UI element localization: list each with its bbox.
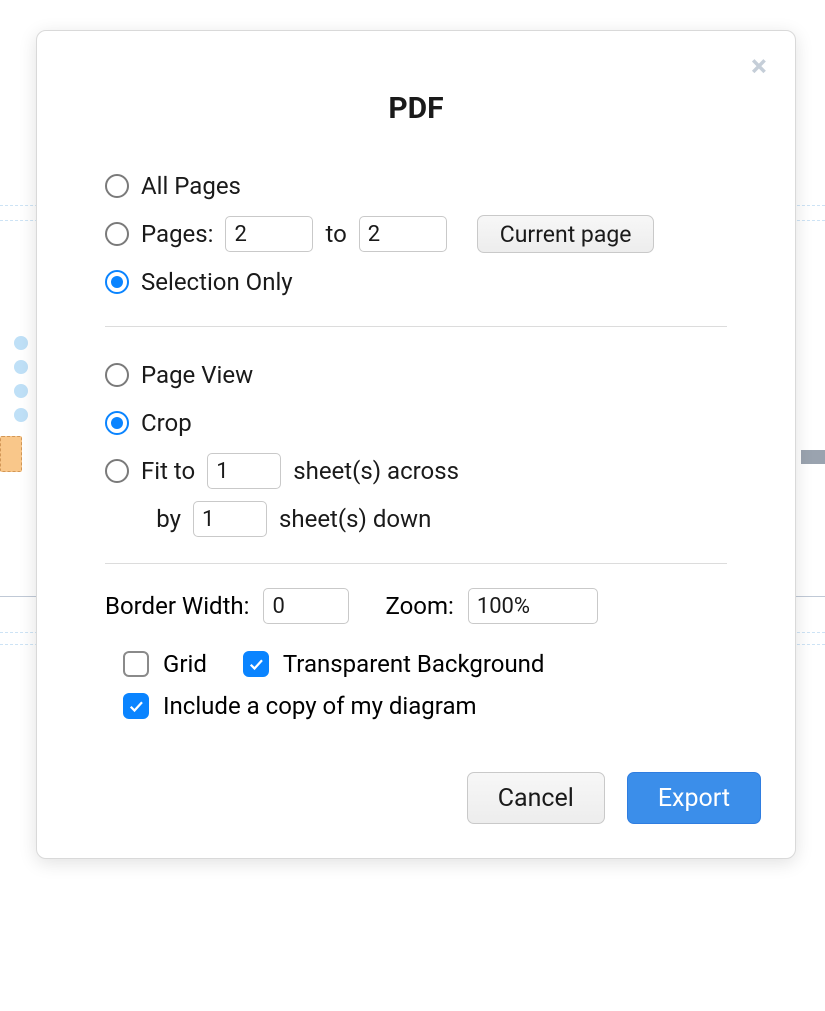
include-copy-label: Include a copy of my diagram [163, 692, 477, 720]
fit-row: Fit to sheet(s) across [105, 447, 727, 495]
page-view-radio[interactable] [105, 363, 129, 387]
dialog-title: PDF [71, 91, 761, 126]
zoom-input[interactable] [468, 588, 598, 624]
divider [105, 563, 727, 564]
fit-by-row: by sheet(s) down [105, 495, 727, 543]
grid-label: Grid [163, 650, 207, 678]
close-icon: × [751, 52, 767, 82]
fit-down-input[interactable] [193, 501, 267, 537]
zoom-label: Zoom: [385, 592, 453, 620]
selection-only-radio[interactable] [105, 270, 129, 294]
border-zoom-row: Border Width: Zoom: [105, 588, 727, 624]
pages-to-label: to [325, 220, 346, 248]
grid-transparent-row: Grid Transparent Background [105, 650, 727, 678]
fit-down-suffix: sheet(s) down [279, 505, 431, 533]
fit-by-label: by [153, 505, 181, 533]
transparent-label: Transparent Background [283, 650, 545, 678]
crop-row: Crop [105, 399, 727, 447]
export-pdf-dialog: × PDF All Pages Pages: to Current page S… [36, 30, 796, 859]
transparent-checkbox[interactable] [243, 651, 269, 677]
current-page-button[interactable]: Current page [477, 215, 655, 253]
selection-only-label: Selection Only [141, 268, 293, 296]
divider [105, 326, 727, 327]
check-icon [247, 655, 265, 673]
include-copy-checkbox[interactable] [123, 693, 149, 719]
pages-to-input[interactable] [359, 216, 447, 252]
border-width-label: Border Width: [105, 592, 249, 620]
crop-radio[interactable] [105, 411, 129, 435]
pages-range-radio[interactable] [105, 222, 129, 246]
pages-range-row: Pages: to Current page [105, 210, 727, 258]
export-button[interactable]: Export [627, 772, 761, 824]
scope-section: All Pages Pages: to Current page Selecti… [71, 162, 761, 720]
grid-checkbox[interactable] [123, 651, 149, 677]
include-copy-row: Include a copy of my diagram [105, 692, 727, 720]
fit-prefix-label: Fit to [141, 457, 195, 485]
selection-only-row: Selection Only [105, 258, 727, 306]
pages-from-input[interactable] [225, 216, 313, 252]
fit-across-suffix: sheet(s) across [293, 457, 459, 485]
dialog-footer: Cancel Export [71, 772, 761, 824]
all-pages-row: All Pages [105, 162, 727, 210]
fit-radio[interactable] [105, 459, 129, 483]
close-button[interactable]: × [743, 51, 775, 83]
fit-across-input[interactable] [207, 453, 281, 489]
border-width-input[interactable] [263, 588, 349, 624]
page-view-row: Page View [105, 351, 727, 399]
page-view-label: Page View [141, 361, 253, 389]
pages-label: Pages: [141, 220, 213, 248]
crop-label: Crop [141, 409, 192, 437]
check-icon [127, 697, 145, 715]
all-pages-label: All Pages [141, 172, 241, 200]
all-pages-radio[interactable] [105, 174, 129, 198]
cancel-button[interactable]: Cancel [467, 772, 605, 824]
